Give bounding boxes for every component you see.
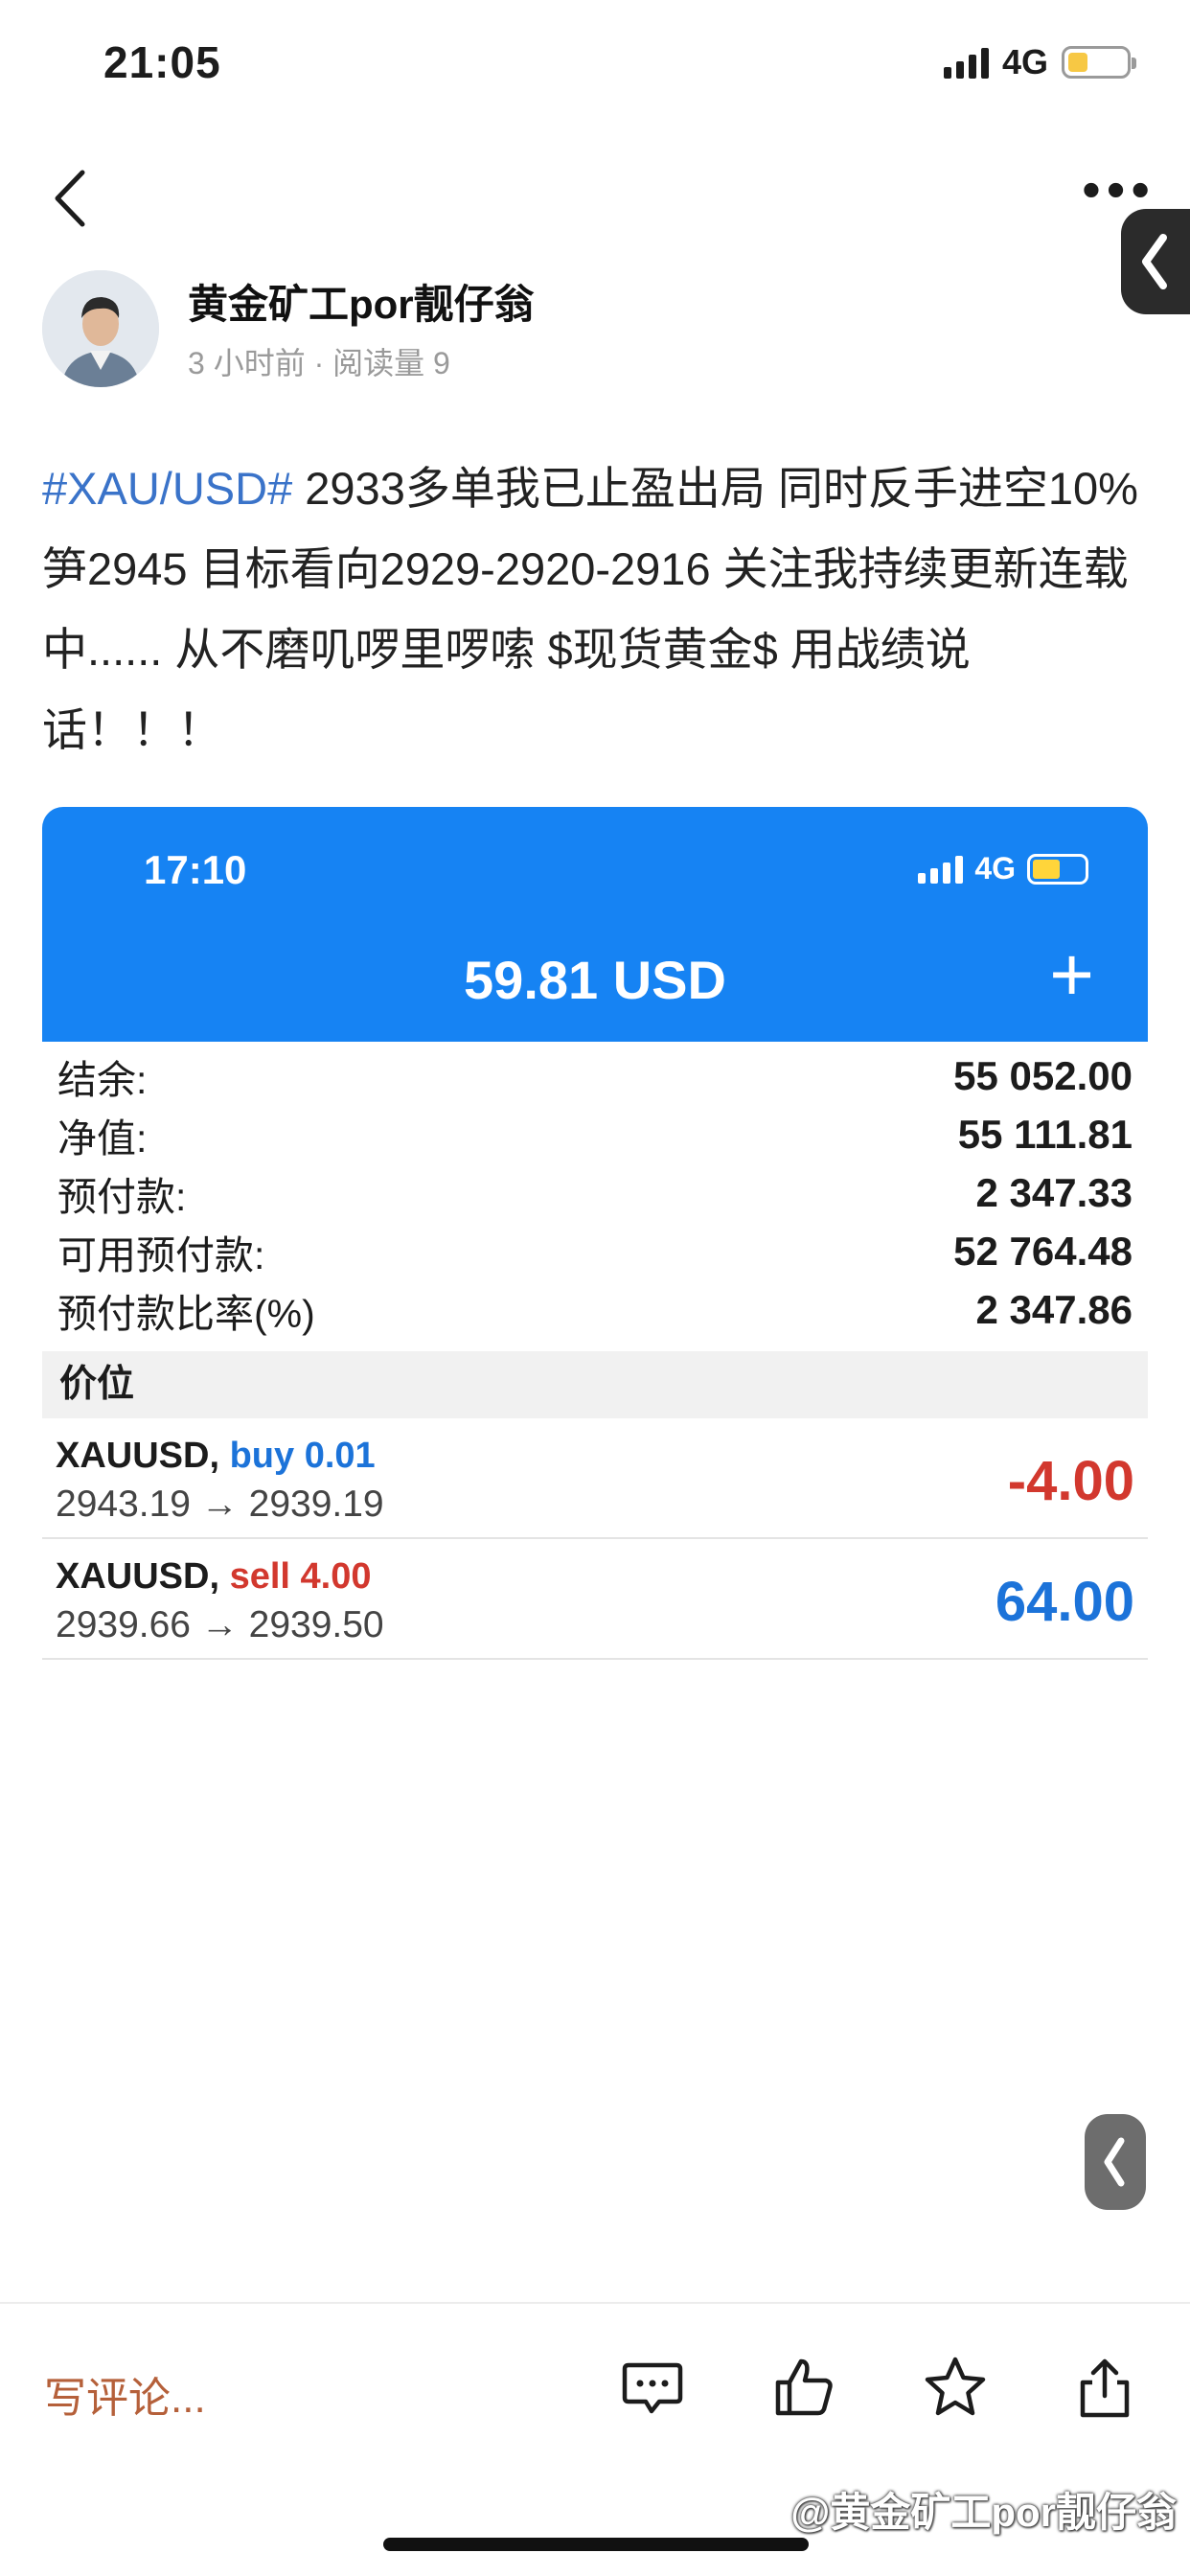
account-label: 可用预付款: <box>57 1232 265 1277</box>
position-profit: 64.00 <box>995 1571 1134 1633</box>
status-indicators: 4G <box>943 42 1136 82</box>
like-icon[interactable] <box>770 2354 837 2421</box>
account-label: 预付款: <box>57 1174 187 1219</box>
post-text: #XAU/USD# 2933多单我已止盈出局 同时反手进空10% 笋2945 目… <box>42 448 1144 770</box>
post-meta: 3 小时前 · 阅读量 9 <box>188 346 450 380</box>
position-row: XAUUSD, buy 0.01 2943.19 → 2939.19 -4.00 <box>42 1420 1148 1539</box>
battery-charging-icon <box>1027 853 1088 885</box>
account-row: 可用预付款: 52 764.48 <box>42 1222 1148 1280</box>
side-label: sell 4.00 <box>229 1556 372 1597</box>
position-symbol: XAUUSD, buy 0.01 <box>56 1436 376 1477</box>
side-label: buy 0.01 <box>229 1436 376 1476</box>
chevron-left-icon <box>1142 234 1167 289</box>
balance-title: 59.81 USD <box>464 950 726 1010</box>
account-label: 净值: <box>57 1116 148 1161</box>
position-prices: 2943.19 → 2939.19 <box>56 1484 384 1525</box>
account-value: 55 111.81 <box>957 1111 1133 1157</box>
account-row: 净值: 55 111.81 <box>42 1105 1148 1163</box>
chevron-left-icon <box>1104 2137 1125 2187</box>
position-profit: -4.00 <box>1007 1450 1134 1512</box>
floating-collapse-tab[interactable] <box>1085 2114 1146 2210</box>
network-label: 4G <box>974 851 1016 886</box>
watermark: @黄金矿工por靓仔翁 <box>790 2490 1177 2535</box>
plus-icon: + <box>1049 932 1094 1017</box>
status-time: 21:05 <box>103 37 221 87</box>
avatar[interactable] <box>42 270 159 387</box>
position-prices: 2939.66 → 2939.50 <box>56 1604 384 1645</box>
account-row: 结余: 55 052.00 <box>42 1046 1148 1105</box>
home-indicator[interactable] <box>383 2538 809 2551</box>
battery-icon <box>1062 46 1136 79</box>
account-value: 55 052.00 <box>953 1052 1133 1098</box>
account-summary: 结余: 55 052.00 净值: 55 111.81 预付款: 2 347.33 可… <box>42 1046 1148 1339</box>
side-collapse-tab[interactable] <box>1121 209 1190 314</box>
account-value: 2 347.33 <box>975 1169 1133 1215</box>
attached-screenshot[interactable]: 17:10 4G 59.81 USD + 结余: 55 052.00 净值: 55 … <box>42 807 1148 1662</box>
screenshot-status-time: 17:10 <box>144 847 247 892</box>
more-options-icon[interactable]: ••• <box>1082 163 1156 217</box>
screenshot-header: 17:10 4G 59.81 USD + <box>42 807 1148 1042</box>
account-label: 预付款比率(%) <box>57 1291 315 1336</box>
positions-section-title: 价位 <box>42 1351 1148 1418</box>
back-arrow-icon[interactable] <box>48 165 96 232</box>
signal-icon <box>943 46 989 79</box>
account-value: 2 347.86 <box>975 1286 1133 1332</box>
comment-icon[interactable] <box>619 2354 686 2421</box>
account-value: 52 764.48 <box>953 1228 1133 1274</box>
symbol-label: XAUUSD, <box>56 1556 220 1597</box>
account-label: 结余: <box>57 1057 148 1102</box>
position-symbol: XAUUSD, sell 4.00 <box>56 1556 372 1598</box>
position-row: XAUUSD, sell 4.00 2939.66 → 2939.50 64.0… <box>42 1541 1148 1660</box>
symbol-label: XAUUSD, <box>56 1436 220 1476</box>
author-name[interactable]: 黄金矿工por靓仔翁 <box>188 272 535 331</box>
screenshot-status-indicators: 4G <box>918 851 1088 886</box>
network-label: 4G <box>1001 42 1048 81</box>
favorite-star-icon[interactable] <box>922 2354 989 2421</box>
avatar-image <box>42 270 159 387</box>
comment-input[interactable]: 写评论... <box>44 2363 206 2425</box>
account-row: 预付款比率(%) 2 347.86 <box>42 1280 1148 1339</box>
signal-icon <box>918 855 964 884</box>
account-row: 预付款: 2 347.33 <box>42 1163 1148 1222</box>
hashtag-link[interactable]: #XAU/USD# <box>42 463 292 514</box>
share-icon[interactable] <box>1071 2354 1138 2421</box>
